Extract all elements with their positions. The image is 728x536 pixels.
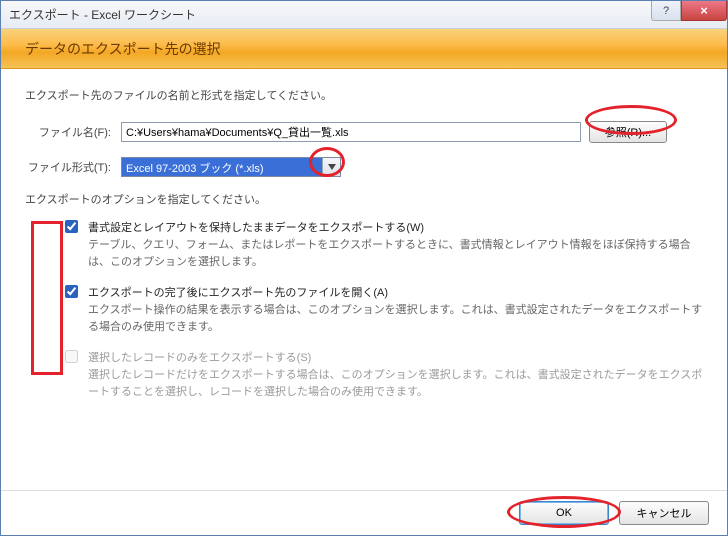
option-desc: 選択したレコードだけをエクスポートする場合は、このオプションを選択します。これは… <box>88 367 703 400</box>
options-group: 書式設定とレイアウトを保持したままデータをエクスポートする(W) テーブル、クエ… <box>25 219 703 400</box>
browse-button[interactable]: 参照(R)... <box>589 121 667 143</box>
option-open-after: エクスポートの完了後にエクスポート先のファイルを開く(A) エクスポート操作の結… <box>65 284 703 335</box>
option-label: エクスポートの完了後にエクスポート先のファイルを開く(A) <box>88 284 703 300</box>
option-preserve-format-checkbox[interactable] <box>65 220 78 233</box>
help-button[interactable]: ? <box>651 1 681 21</box>
dialog-body: エクスポート先のファイルの名前と形式を指定してください。 ファイル名(F): 参… <box>1 69 727 490</box>
dialog-footer: OK キャンセル <box>1 490 727 535</box>
close-button[interactable]: × <box>681 1 727 21</box>
filename-row: ファイル名(F): 参照(R)... <box>25 121 703 143</box>
option-selected-records: 選択したレコードのみをエクスポートする(S) 選択したレコードだけをエクスポート… <box>65 349 703 400</box>
wizard-heading: データのエクスポート先の選択 <box>25 39 221 59</box>
filetype-label: ファイル形式(T): <box>25 159 121 175</box>
wizard-header: データのエクスポート先の選択 <box>1 29 727 69</box>
window-controls: ? × <box>651 1 727 28</box>
filetype-row: ファイル形式(T): Excel 97-2003 ブック (*.xls) <box>25 157 703 177</box>
option-label: 選択したレコードのみをエクスポートする(S) <box>88 349 703 365</box>
options-header: エクスポートのオプションを指定してください。 <box>25 191 703 207</box>
option-label: 書式設定とレイアウトを保持したままデータをエクスポートする(W) <box>88 219 703 235</box>
filetype-selected: Excel 97-2003 ブック (*.xls) <box>122 158 322 176</box>
instruction-text: エクスポート先のファイルの名前と形式を指定してください。 <box>25 87 703 103</box>
chevron-down-icon[interactable] <box>322 158 340 176</box>
export-dialog: エクスポート - Excel ワークシート ? × データのエクスポート先の選択… <box>0 0 728 536</box>
titlebar: エクスポート - Excel ワークシート ? × <box>1 1 727 29</box>
cancel-button[interactable]: キャンセル <box>619 501 709 525</box>
filetype-select[interactable]: Excel 97-2003 ブック (*.xls) <box>121 157 341 177</box>
filename-input[interactable] <box>121 122 581 142</box>
option-selected-records-checkbox <box>65 350 78 363</box>
option-desc: エクスポート操作の結果を表示する場合は、このオプションを選択します。これは、書式… <box>88 302 703 335</box>
ok-button[interactable]: OK <box>519 501 609 525</box>
option-desc: テーブル、クエリ、フォーム、またはレポートをエクスポートするときに、書式情報とレ… <box>88 237 703 270</box>
filename-label: ファイル名(F): <box>25 124 121 140</box>
option-open-after-checkbox[interactable] <box>65 285 78 298</box>
option-preserve-format: 書式設定とレイアウトを保持したままデータをエクスポートする(W) テーブル、クエ… <box>65 219 703 270</box>
window-title: エクスポート - Excel ワークシート <box>9 6 196 23</box>
